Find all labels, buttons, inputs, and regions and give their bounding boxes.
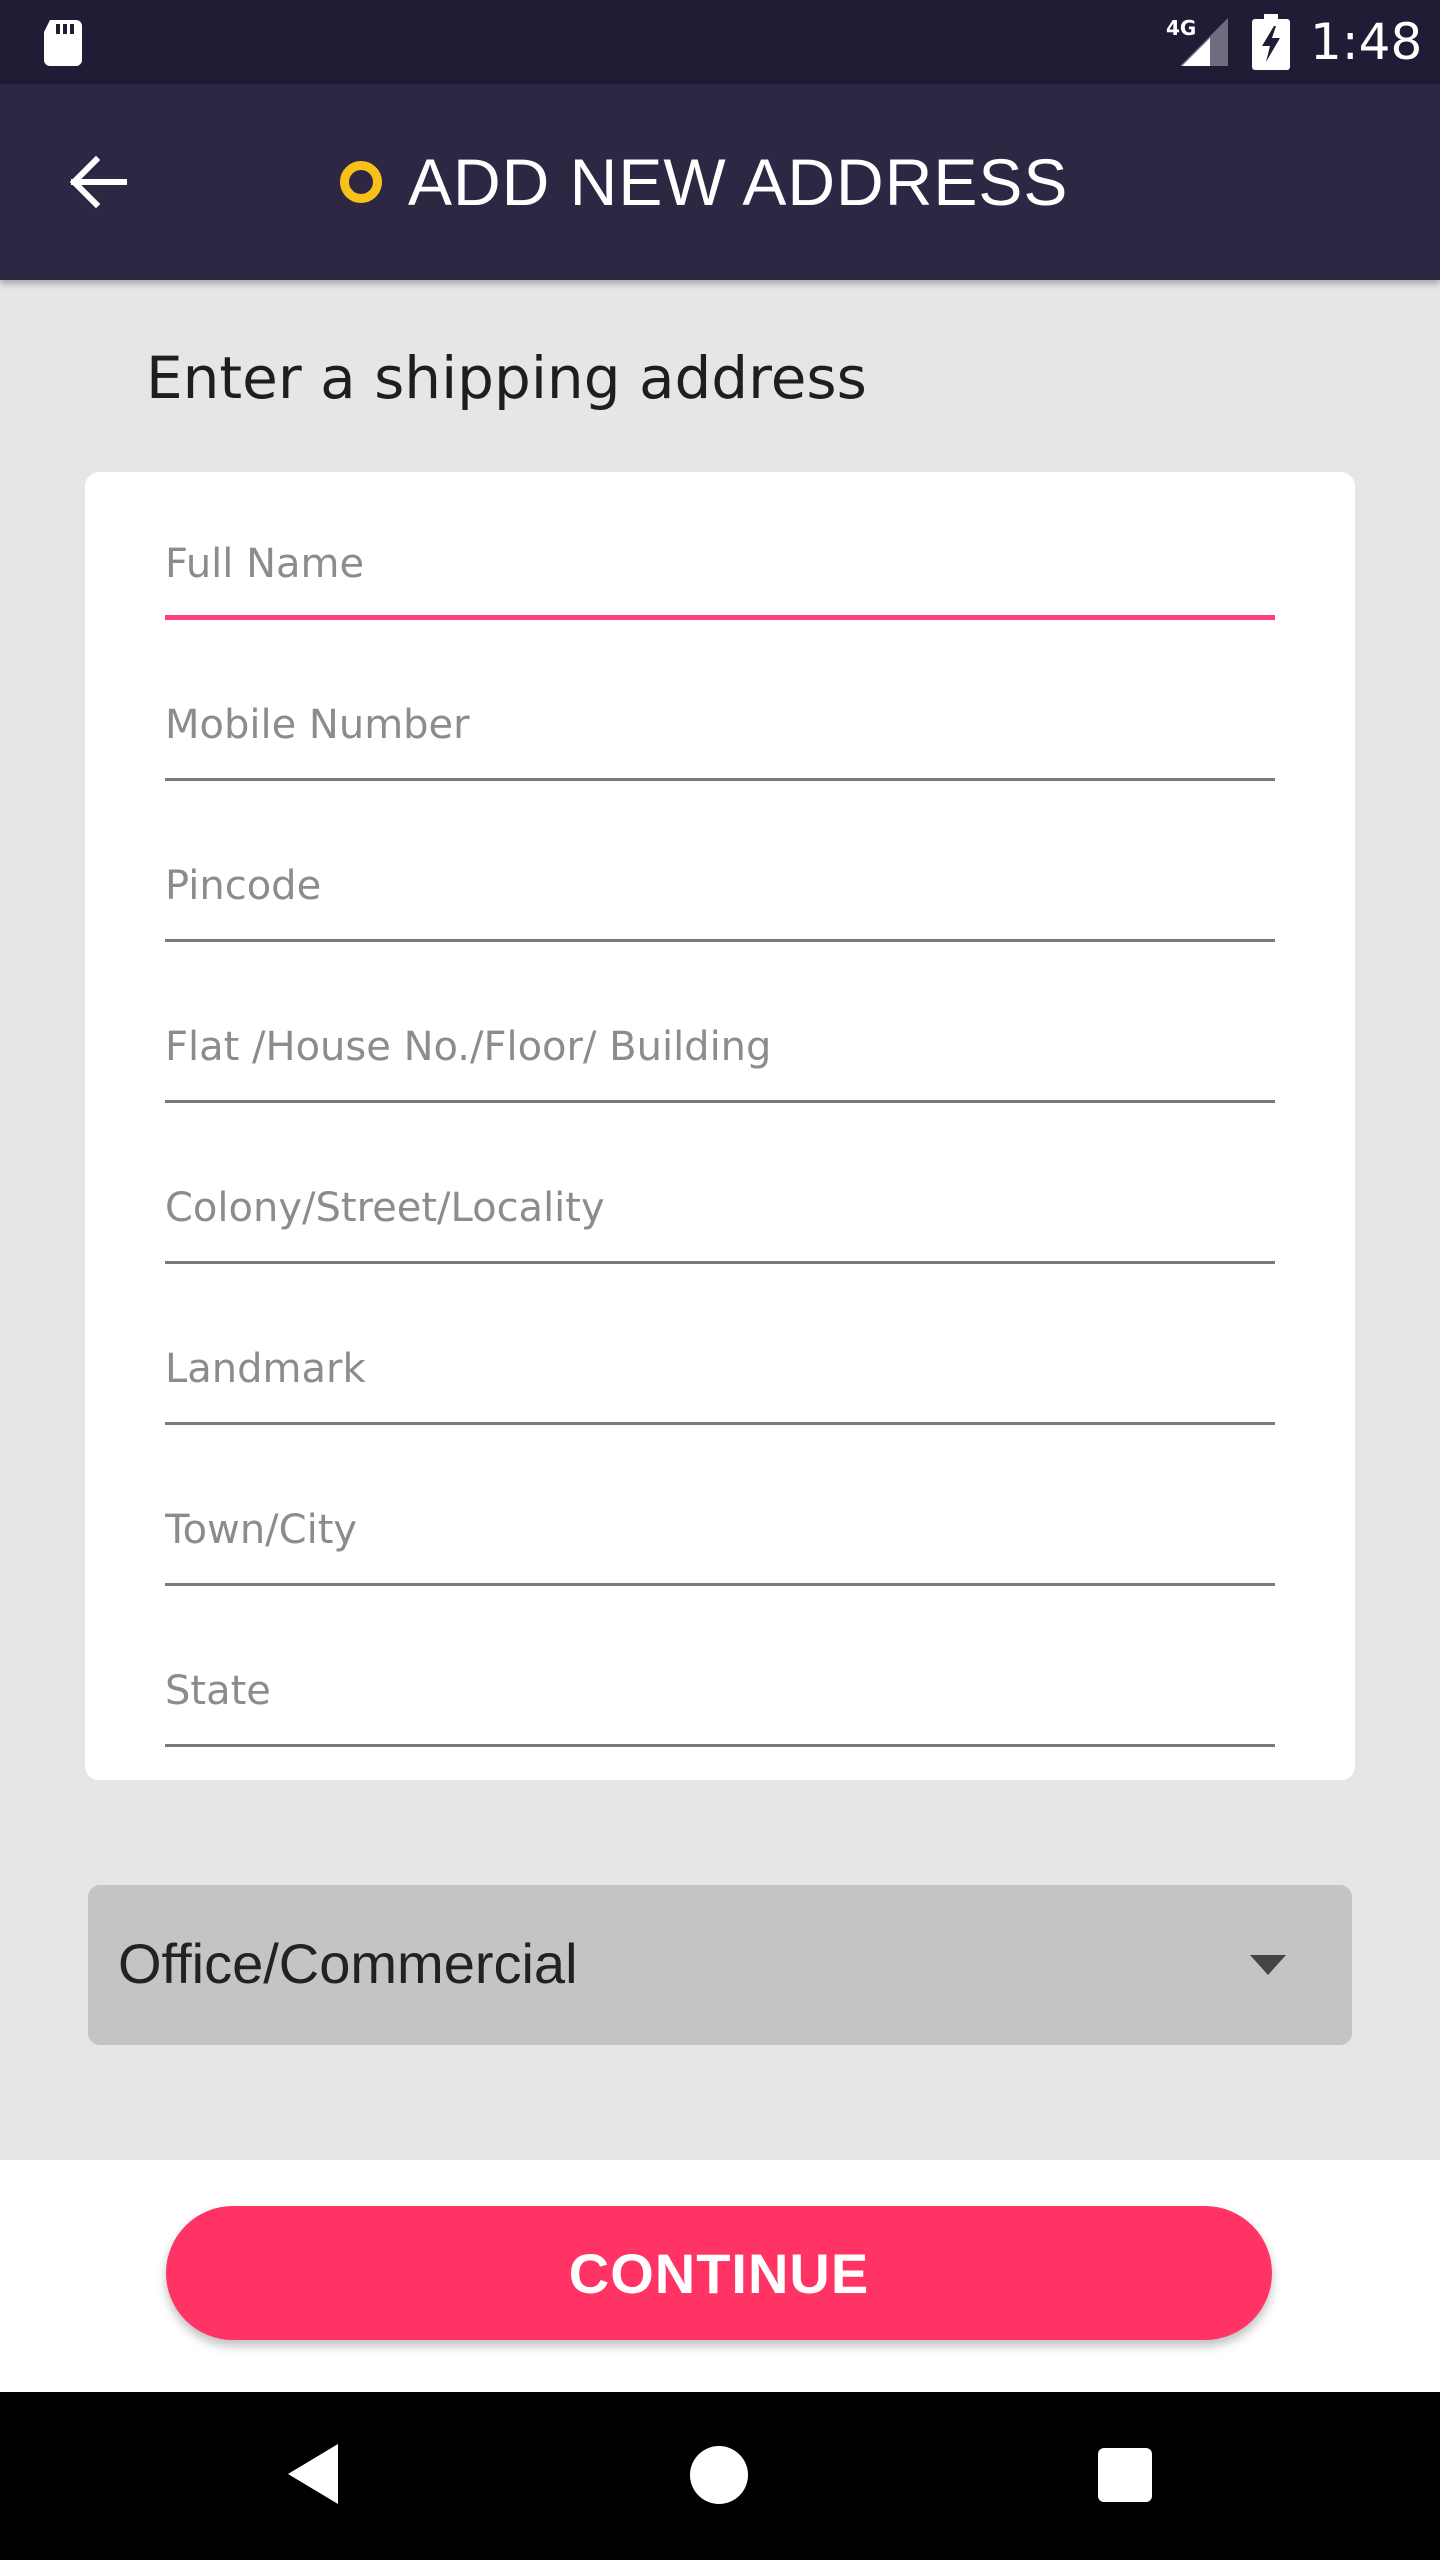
address-form-card [85, 472, 1355, 1780]
status-clock: 1:48 [1310, 13, 1423, 71]
battery-charging-icon [1252, 14, 1290, 70]
landmark-field [165, 1319, 1275, 1425]
back-button[interactable] [54, 138, 142, 226]
colony-street-input[interactable] [165, 1158, 1275, 1258]
field-underline [165, 615, 1275, 620]
mobile-number-input[interactable] [165, 675, 1275, 775]
town-city-input[interactable] [165, 1480, 1275, 1580]
form-heading: Enter a shipping address [146, 344, 867, 412]
address-type-select[interactable]: Office/Commercial [88, 1885, 1352, 2045]
home-circle-icon[interactable] [690, 2446, 748, 2504]
bottom-action-panel: CONTINUE [0, 2160, 1440, 2392]
town-city-field [165, 1480, 1275, 1586]
continue-button[interactable]: CONTINUE [166, 2206, 1272, 2340]
field-underline [165, 1100, 1275, 1103]
page-title: ADD NEW ADDRESS [408, 145, 1069, 219]
state-field [165, 1641, 1275, 1747]
colony-street-field [165, 1158, 1275, 1264]
flat-house-input[interactable] [165, 997, 1275, 1097]
dropdown-arrow-icon [1250, 1955, 1286, 1975]
full-name-field [165, 514, 1275, 620]
pincode-input[interactable] [165, 836, 1275, 936]
state-input[interactable] [165, 1641, 1275, 1741]
field-underline [165, 1261, 1275, 1264]
system-nav-bar [0, 2392, 1440, 2560]
app-bar: ADD NEW ADDRESS [0, 84, 1440, 280]
field-underline [165, 1744, 1275, 1747]
back-triangle-icon[interactable] [288, 2444, 338, 2504]
flat-house-field [165, 997, 1275, 1103]
field-underline [165, 1422, 1275, 1425]
pincode-field [165, 836, 1275, 942]
sd-card-icon [44, 20, 82, 66]
circle-outline-icon [340, 161, 382, 203]
field-underline [165, 778, 1275, 781]
cell-signal-icon [1180, 18, 1228, 66]
field-underline [165, 939, 1275, 942]
app-bar-title-group: ADD NEW ADDRESS [340, 145, 1069, 219]
recents-square-icon[interactable] [1098, 2448, 1152, 2502]
full-name-input[interactable] [165, 514, 1275, 614]
address-type-value: Office/Commercial [118, 1932, 578, 1995]
arrow-left-icon [69, 155, 127, 209]
mobile-number-field [165, 675, 1275, 781]
field-underline [165, 1583, 1275, 1586]
status-bar: 4G 1:48 [0, 0, 1440, 84]
landmark-input[interactable] [165, 1319, 1275, 1419]
